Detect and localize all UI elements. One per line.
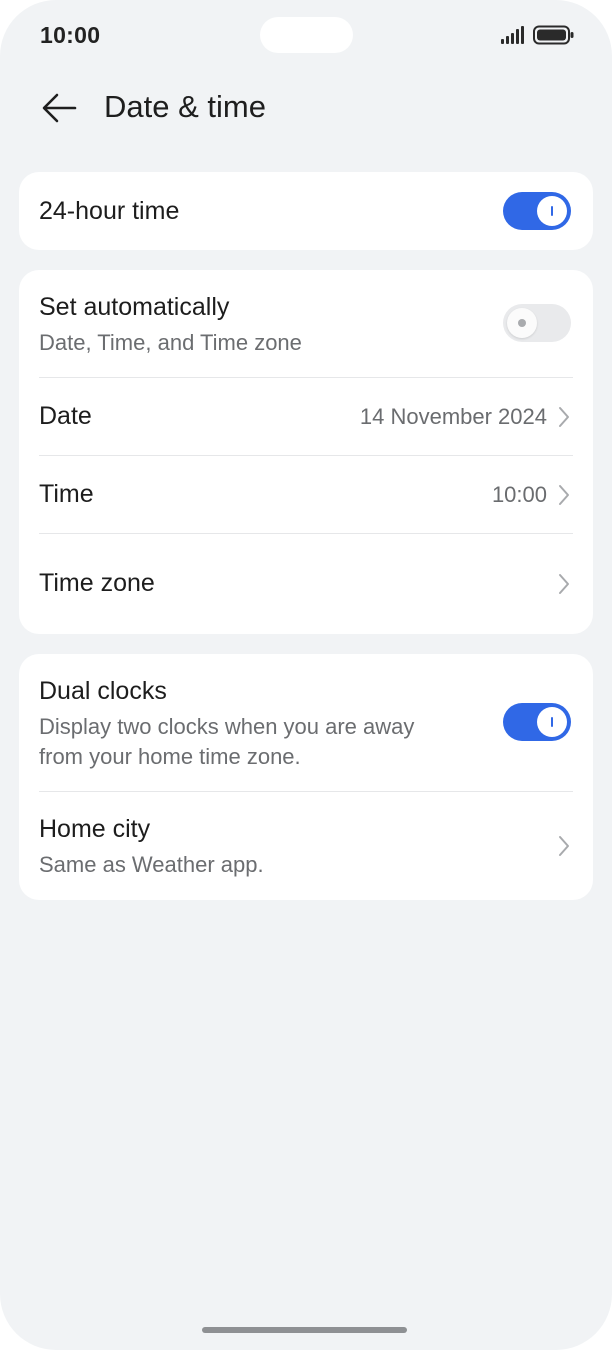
auto-toggle[interactable] [503, 304, 571, 342]
card-dual-clocks: Dual clocks Display two clocks when you … [19, 654, 593, 900]
toggle-knob [507, 308, 537, 338]
timezone-label: Time zone [39, 569, 155, 597]
date-label: Date [39, 402, 92, 430]
dual-clocks-subtitle-line1: Display two clocks when you are away [39, 714, 415, 739]
hour24-toggle[interactable] [503, 192, 571, 230]
row-time[interactable]: Time 10:00 [19, 456, 593, 533]
battery-icon [533, 25, 574, 45]
row-home-city[interactable]: Home city Same as Weather app. [19, 792, 593, 900]
dual-clocks-label: Dual clocks [39, 677, 167, 705]
toggle-knob [537, 196, 567, 226]
row-set-automatically[interactable]: Set automatically Date, Time, and Time z… [19, 270, 593, 377]
chevron-right-icon [559, 407, 569, 427]
page-title: Date & time [104, 89, 266, 124]
row-dual-clocks[interactable]: Dual clocks Display two clocks when you … [19, 654, 593, 791]
time-label: Time [39, 480, 94, 508]
home-indicator[interactable] [202, 1327, 407, 1333]
home-city-subtitle: Same as Weather app. [39, 852, 264, 877]
phone-screen: 10:00 Date & time 24-hour time Set autom… [0, 0, 612, 1350]
row-time-zone[interactable]: Time zone [19, 534, 593, 634]
time-value: 10:00 [491, 482, 547, 507]
back-arrow-icon [42, 93, 77, 123]
hour24-label: 24-hour time [39, 197, 180, 225]
toggle-knob [537, 707, 567, 737]
status-time: 10:00 [40, 22, 101, 48]
auto-subtitle: Date, Time, and Time zone [39, 330, 302, 355]
chevron-right-icon [559, 836, 569, 856]
row-date[interactable]: Date 14 November 2024 [19, 378, 593, 455]
signal-icon [501, 26, 524, 44]
back-button[interactable] [34, 85, 84, 131]
card-date-time: Set automatically Date, Time, and Time z… [19, 270, 593, 634]
chevron-right-icon [559, 574, 569, 594]
dual-clocks-toggle[interactable] [503, 703, 571, 741]
auto-label: Set automatically [39, 293, 230, 321]
camera-notch [260, 17, 353, 53]
chevron-right-icon [559, 485, 569, 505]
dual-clocks-subtitle-line2: from your home time zone. [39, 744, 301, 769]
home-city-label: Home city [39, 815, 151, 843]
date-value: 14 November 2024 [359, 404, 547, 429]
row-24-hour-time[interactable]: 24-hour time [19, 172, 593, 250]
card-24-hour: 24-hour time [19, 172, 593, 250]
